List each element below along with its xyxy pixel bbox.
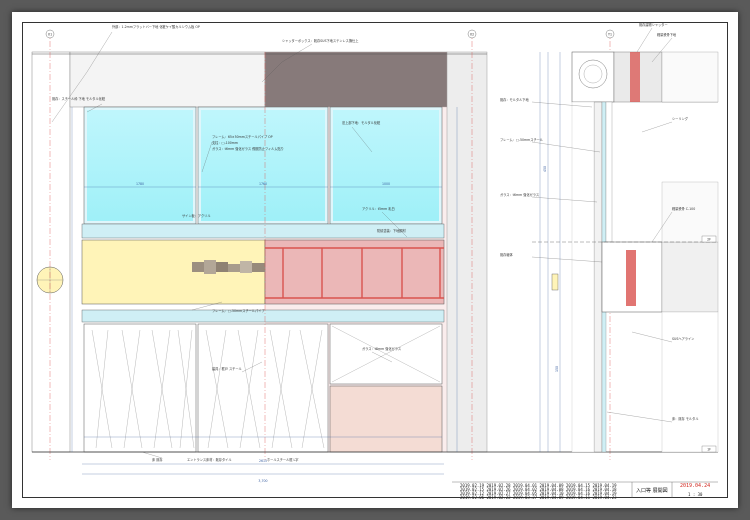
sign-section [551, 273, 559, 291]
note-lower1: フレーム：□-50mmスチールパイプ [212, 308, 265, 313]
dim-total: 3,700 [258, 479, 267, 483]
sec-note-3: 既存：モルタル下地 [500, 97, 529, 102]
level-label-1f: 1F [707, 448, 711, 452]
door-1[interactable] [83, 323, 197, 453]
glass-fill-2 [201, 110, 325, 221]
note-lower3: 建具：框戸 スチール [212, 366, 243, 371]
sec-note-2: 軽量鉄骨下地 [657, 32, 677, 37]
elevation-drawing: X1 X2 Y1 1780 1760 1000 2615 3,700 外部：1.… [31, 22, 719, 498]
glass-fill-1 [87, 110, 193, 221]
note-steel: 防錆塗装：下地鋼材 [377, 228, 406, 233]
note-bottom3: ホールスチール框 L字 [267, 457, 298, 462]
grid-label-x2: X2 [470, 33, 474, 37]
dim-2: 1760 [259, 182, 267, 186]
dim-section-1: 450 [543, 166, 547, 172]
note-glass1: ガラス：t6mm 強化ガラス 飛散防止フィルム貼り [212, 146, 284, 151]
grid-label-x1: X1 [48, 33, 52, 37]
dim-1: 1780 [136, 182, 144, 186]
glass-fill-3 [333, 110, 439, 221]
steel-band [264, 239, 445, 305]
sec-note-4: フレーム：□-50mmスチール [500, 137, 544, 142]
dim-section-2: 150 [555, 366, 559, 372]
rev-row-4: 2019.02.06 2019.02.22 2019.03.27 2019.04… [460, 495, 617, 500]
dim-3: 1000 [382, 182, 390, 186]
wall-section [593, 101, 603, 453]
level-marker-1f: 1F [701, 445, 717, 453]
section-right: 450 150 2F 1F 既存建物シャッター 軽量鉄骨下地 既存：モルタル下地… [500, 22, 719, 453]
sec-note-5: シーリング [672, 116, 689, 121]
note-panel: サイン板：アクリル [182, 213, 211, 218]
drawing-title: 入口等 展開図 [636, 488, 668, 494]
note-bottom1: 床 既存 [152, 457, 163, 462]
sec-note-1: 既存建物シャッター [639, 22, 668, 27]
drawing-scale: 1 : 30 [688, 492, 703, 497]
grid-label-y1: Y1 [608, 33, 612, 37]
level-label-2f: 2F [707, 238, 711, 242]
door-2[interactable] [197, 323, 329, 453]
sec-note-8: 既存躯体 [500, 252, 514, 257]
sec-note-10: 床：既存 モルタル [672, 416, 699, 421]
note-bottom2: エントランス床材：既存タイル [187, 457, 232, 462]
steel-beam-mid [626, 250, 636, 306]
section-dims [539, 52, 561, 452]
drawing-sheet: X1 X2 Y1 1780 1760 1000 2615 3,700 外部：1.… [12, 12, 738, 508]
issue-date: 2019.04.24 [680, 483, 711, 489]
note-lower2: ガラス：t8mm 強化ガラス [362, 346, 401, 351]
note-sign: アクリル：t5mm 乳白 [362, 206, 395, 211]
left-wall [31, 51, 71, 453]
sec-note-6: ガラス：t6mm 強化ガラス [500, 192, 539, 197]
note-shutter: シャッターボックス：既存SUS下地ステンレス撫仕上 [282, 38, 359, 43]
pier-right [446, 51, 488, 453]
note-frame1: フレーム：65×50mmスチールパイプ OP [212, 134, 273, 139]
note-frame-right: 窓上部下地：モルタル化粧 [342, 120, 381, 125]
dim-overall: 2615 [259, 459, 267, 463]
steel-beam-top [630, 52, 640, 102]
note-top-left: 外部：1.2mmフラットバー下地 化粧ケイ酸カルシウム板 OP [112, 24, 200, 29]
sec-note-9: SUSヘアライン [672, 336, 694, 341]
note-upper-left: 既存：スチール枠 下地 モルタル化粧 [52, 96, 106, 101]
sec-note-7: 軽量鉄骨 C-100 [672, 206, 695, 211]
lower-panel [329, 385, 443, 453]
note-frame2: 支柱：□-100mm [212, 140, 238, 145]
